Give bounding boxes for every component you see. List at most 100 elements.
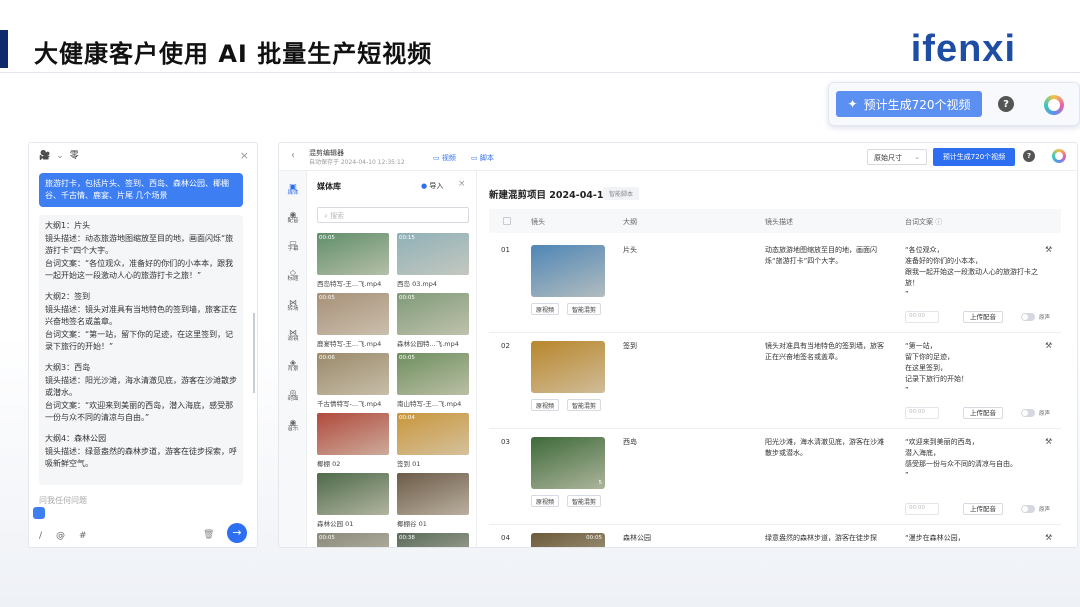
media-name: 千古情特写-...飞.mp4 — [317, 400, 382, 408]
toggle-label: 原声 — [1039, 411, 1051, 417]
script-cell[interactable]: “漫步在森林公园， — [905, 533, 1045, 544]
sidebar-item-filter[interactable]: ⋈ 滤镜 — [279, 329, 307, 343]
assistant-avatar-icon[interactable] — [1044, 95, 1064, 115]
row-number: 04 — [501, 534, 510, 542]
media-thumb[interactable] — [397, 473, 469, 515]
tab-script[interactable]: ▭ 脚本 — [471, 153, 494, 163]
script-cell[interactable]: “各位观众， 准备好的你们的小本本， 跟我一起开始这一段激动人心的旅游打卡之旅！… — [905, 245, 1045, 300]
original-video-button[interactable]: 原视频 — [531, 399, 560, 411]
select-all-checkbox[interactable] — [503, 217, 511, 225]
transition-icon: ⋈ — [289, 298, 297, 307]
title-divider — [0, 72, 1080, 73]
media-thumb[interactable]: 00:05 — [317, 233, 389, 275]
smart-mix-button[interactable]: 智能混剪 — [567, 495, 602, 507]
help-icon[interactable]: ? — [998, 96, 1014, 112]
project-panel: 新建混剪项目 2024-04-1 智能脚本 镜头 大纲 镜头描述 台词文案 ⓘ … — [477, 171, 1077, 547]
original-sound-toggle[interactable] — [1021, 505, 1035, 513]
generate-videos-button-zoomed[interactable]: ✦ 预计生成720个视频 — [836, 91, 982, 117]
editor-toolbar: ‹ 混剪编辑器 自动保存于 2024-04-10 12:35:12 ▭ 视频 ▭… — [279, 143, 1077, 171]
sidebar-item-dubbing[interactable]: ◉ 配音 — [279, 211, 307, 225]
chat-input[interactable]: 问我任何问题 — [39, 495, 87, 508]
editor-title: 混剪编辑器 自动保存于 2024-04-10 12:35:12 — [309, 149, 405, 166]
shot-thumbnail[interactable] — [531, 341, 605, 393]
cover-icon: ◎ — [289, 388, 297, 397]
camera-icon[interactable]: 🎥 — [39, 150, 50, 163]
sidebar-item-music[interactable]: ◉ 音乐 — [279, 419, 307, 433]
shot-thumbnail[interactable]: 00:05 — [531, 533, 605, 547]
script-cell[interactable]: “第一站， 留下你的足迹， 在这里签到， 记录下旅行的开始！ ” — [905, 341, 1045, 396]
generate-videos-button[interactable]: 预计生成720个视频 — [933, 148, 1015, 166]
sidebar-item-cover[interactable]: ◎ 封面 — [279, 389, 307, 403]
original-video-button[interactable]: 原视频 — [531, 495, 560, 507]
mention-button[interactable]: @ — [56, 530, 65, 543]
close-icon[interactable]: × — [240, 149, 249, 163]
magic-wand-icon[interactable]: ⚒ — [1045, 533, 1052, 542]
media-thumb[interactable]: 00:06 — [317, 353, 389, 395]
hashtag-button[interactable]: # — [79, 530, 87, 543]
sidebar-item-transition[interactable]: ⋈ 转场 — [279, 299, 307, 313]
script-cell[interactable]: “欢迎来到美丽的西岛， 潜入海底， 感受那一份与众不同的清凉与自由。 ” — [905, 437, 1045, 481]
original-sound-toggle[interactable] — [1021, 313, 1035, 321]
upload-icon: ● — [421, 182, 428, 190]
media-thumb[interactable]: 00:05 — [397, 293, 469, 335]
reply-line: 大纲1：片头 — [45, 221, 91, 230]
tab-video[interactable]: ▭ 视频 — [433, 153, 456, 163]
upload-dubbing-button[interactable]: 上传配音 — [963, 311, 1003, 323]
import-button[interactable]: ● 导入 — [421, 181, 443, 191]
original-video-button[interactable]: 原视频 — [531, 303, 560, 315]
magic-wand-icon[interactable]: ⚒ — [1045, 245, 1052, 254]
media-thumb[interactable] — [317, 473, 389, 515]
description-cell: 动态旅游地图缩放至目的地，画面闪烁“旅游打卡”四个大字。 — [765, 246, 877, 265]
size-select[interactable]: 原始尺寸 ⌄ — [867, 149, 927, 165]
slash-command-button[interactable]: / — [39, 530, 42, 543]
smart-mix-button[interactable]: 智能混剪 — [567, 399, 602, 411]
toggle-label: 原声 — [1039, 315, 1051, 321]
original-sound-toggle[interactable] — [1021, 409, 1035, 417]
back-chevron-icon[interactable]: ‹ — [291, 150, 295, 161]
chat-scrollbar[interactable] — [253, 313, 255, 393]
assistant-avatar-icon[interactable] — [1052, 149, 1066, 163]
upload-dubbing-button[interactable]: 上传配音 — [963, 407, 1003, 419]
project-title: 新建混剪项目 2024-04-1 — [489, 190, 604, 201]
user-message: 旅游打卡，包括片头、签到、西岛、森林公园、椰棚谷、千古情、鹿宴、片尾 几个场景 — [39, 173, 243, 207]
shot-thumbnail[interactable]: 5 — [531, 437, 605, 489]
outline-cell: 森林公园 — [623, 534, 651, 542]
media-thumb[interactable]: 00:15 — [397, 233, 469, 275]
media-thumb[interactable]: 00:05 — [317, 293, 389, 335]
sidebar-item-media[interactable]: ▣ 媒体 — [279, 183, 307, 197]
music-icon: ◉ — [289, 418, 297, 427]
attach-icon[interactable] — [33, 507, 45, 519]
magic-wand-icon[interactable]: ⚒ — [1045, 341, 1052, 350]
media-thumb[interactable] — [317, 413, 389, 455]
media-thumb[interactable]: 00:04 — [397, 413, 469, 455]
media-search-input[interactable]: ⌕ 搜索 — [317, 207, 469, 223]
column-header: 台词文案 ⓘ — [905, 218, 943, 226]
sidebar-item-title[interactable]: ◇ 标题 — [279, 269, 307, 283]
media-thumb[interactable]: 00:05 — [397, 353, 469, 395]
title-accent-bar — [0, 30, 8, 68]
help-icon[interactable]: ? — [1023, 150, 1035, 162]
upload-dubbing-button[interactable]: 上传配音 — [963, 503, 1003, 515]
magic-wand-icon[interactable]: ⚒ — [1045, 437, 1052, 446]
smart-mix-button[interactable]: 智能混剪 — [567, 303, 602, 315]
trash-icon[interactable]: 🗑 — [203, 529, 214, 542]
sidebar-item-background[interactable]: ◈ 背景 — [279, 359, 307, 373]
reply-line: 大纲4：森林公园 — [45, 433, 107, 443]
shot-thumbnail[interactable] — [531, 245, 605, 297]
media-name: 南山特写-王...飞.mp4 — [397, 400, 462, 408]
info-icon: ⓘ — [935, 218, 943, 226]
ai-chat-panel: 🎥 ⌄ 零 × 旅游打卡，包括片头、签到、西岛、森林公园、椰棚谷、千古情、鹿宴、… — [28, 142, 258, 548]
chevron-down-icon[interactable]: ⌄ — [56, 150, 64, 163]
storyboard-row: 01 原视频 智能混剪 片头 动态旅游地图缩放至目的地，画面闪烁“旅游打卡”四个… — [489, 237, 1061, 333]
assistant-reply: 大纲1：片头 镜头描述：动态旅游地图缩放至目的地，画面闪烁“旅游打卡”四个大字。… — [39, 215, 243, 485]
sidebar-item-subtitle[interactable]: ▭ 字幕 — [279, 239, 307, 253]
chat-title: 零 — [69, 150, 79, 161]
media-thumb[interactable]: 00:05 — [317, 533, 389, 547]
close-icon[interactable]: × — [458, 179, 466, 189]
outline-cell: 西岛 — [623, 438, 637, 446]
audio-timer: 00:00 — [905, 503, 939, 515]
media-thumb[interactable]: 00:38 — [397, 533, 469, 547]
send-button[interactable]: → — [227, 523, 247, 543]
reply-line: 台词文案：“第一站，留下你的足迹，在这里签到，记录下旅行的开始！” — [45, 329, 234, 352]
audio-timer: 00:00 — [905, 407, 939, 419]
